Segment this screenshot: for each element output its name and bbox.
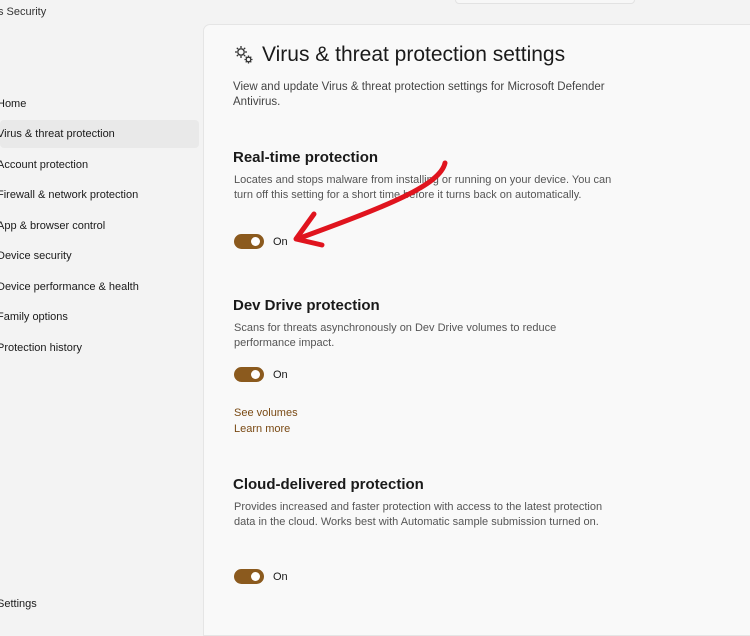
sidebar-item-label: Device performance & health xyxy=(0,281,139,293)
section-description-cloud-delivered-protection: Provides increased and faster protection… xyxy=(234,501,603,528)
section-description-real-time-protection: Locates and stops malware from installin… xyxy=(234,174,612,201)
toggle-knob xyxy=(251,237,260,246)
real-time-protection-toggle[interactable] xyxy=(234,234,264,249)
section-description-dev-drive-protection: Scans for threats asynchronously on Dev … xyxy=(234,322,557,349)
dev-drive-protection-toggle[interactable] xyxy=(234,367,264,382)
section-title-cloud-delivered-protection: Cloud-delivered protection xyxy=(233,476,424,493)
sidebar-item-label: App & browser control xyxy=(0,220,106,232)
sidebar-item-protection-history[interactable]: Protection history xyxy=(0,334,199,362)
sidebar-item-label: Device security xyxy=(0,250,72,262)
sidebar-item-label: Settings xyxy=(0,598,37,610)
toggle-knob xyxy=(251,370,260,379)
sidebar-item-label: Firewall & network protection xyxy=(0,189,139,201)
dev-drive-protection-toggle-label: On xyxy=(273,369,288,381)
sidebar-item-label: Home xyxy=(0,98,27,110)
cloud-delivered-protection-toggle[interactable] xyxy=(234,569,264,584)
sidebar-item-firewall[interactable]: Firewall & network protection xyxy=(0,181,199,209)
cloud-delivered-protection-toggle-label: On xyxy=(273,571,288,583)
sidebar-item-label: Account protection xyxy=(0,159,89,171)
sidebar-item-account-protection[interactable]: Account protection xyxy=(0,151,199,179)
sidebar-item-settings[interactable]: Settings xyxy=(0,590,199,618)
section-title-dev-drive-protection: Dev Drive protection xyxy=(233,297,380,314)
gears-icon xyxy=(235,46,253,64)
sidebar: Home Virus & threat protection Account p… xyxy=(0,0,202,618)
sidebar-item-label: Family options xyxy=(0,311,68,323)
sidebar-item-label: Protection history xyxy=(0,342,82,354)
section-title-real-time-protection: Real-time protection xyxy=(233,149,379,166)
sidebar-item-virus-threat-protection[interactable]: Virus & threat protection xyxy=(0,120,199,148)
search-box[interactable] xyxy=(455,0,635,4)
see-volumes-link[interactable]: See volumes xyxy=(234,407,298,419)
toggle-knob xyxy=(251,572,260,581)
page-title: Virus & threat protection settings xyxy=(262,43,566,66)
sidebar-item-home[interactable]: Home xyxy=(0,90,199,118)
sidebar-item-device-security[interactable]: Device security xyxy=(0,242,199,270)
sidebar-item-app-browser-control[interactable]: App & browser control xyxy=(0,212,199,240)
real-time-protection-toggle-label: On xyxy=(273,236,288,248)
sidebar-item-label: Virus & threat protection xyxy=(0,128,115,140)
learn-more-link[interactable]: Learn more xyxy=(234,423,290,435)
page-description: View and update Virus & threat protectio… xyxy=(233,81,605,108)
sidebar-item-device-performance[interactable]: Device performance & health xyxy=(0,273,199,301)
sidebar-item-family-options[interactable]: Family options xyxy=(0,303,199,331)
